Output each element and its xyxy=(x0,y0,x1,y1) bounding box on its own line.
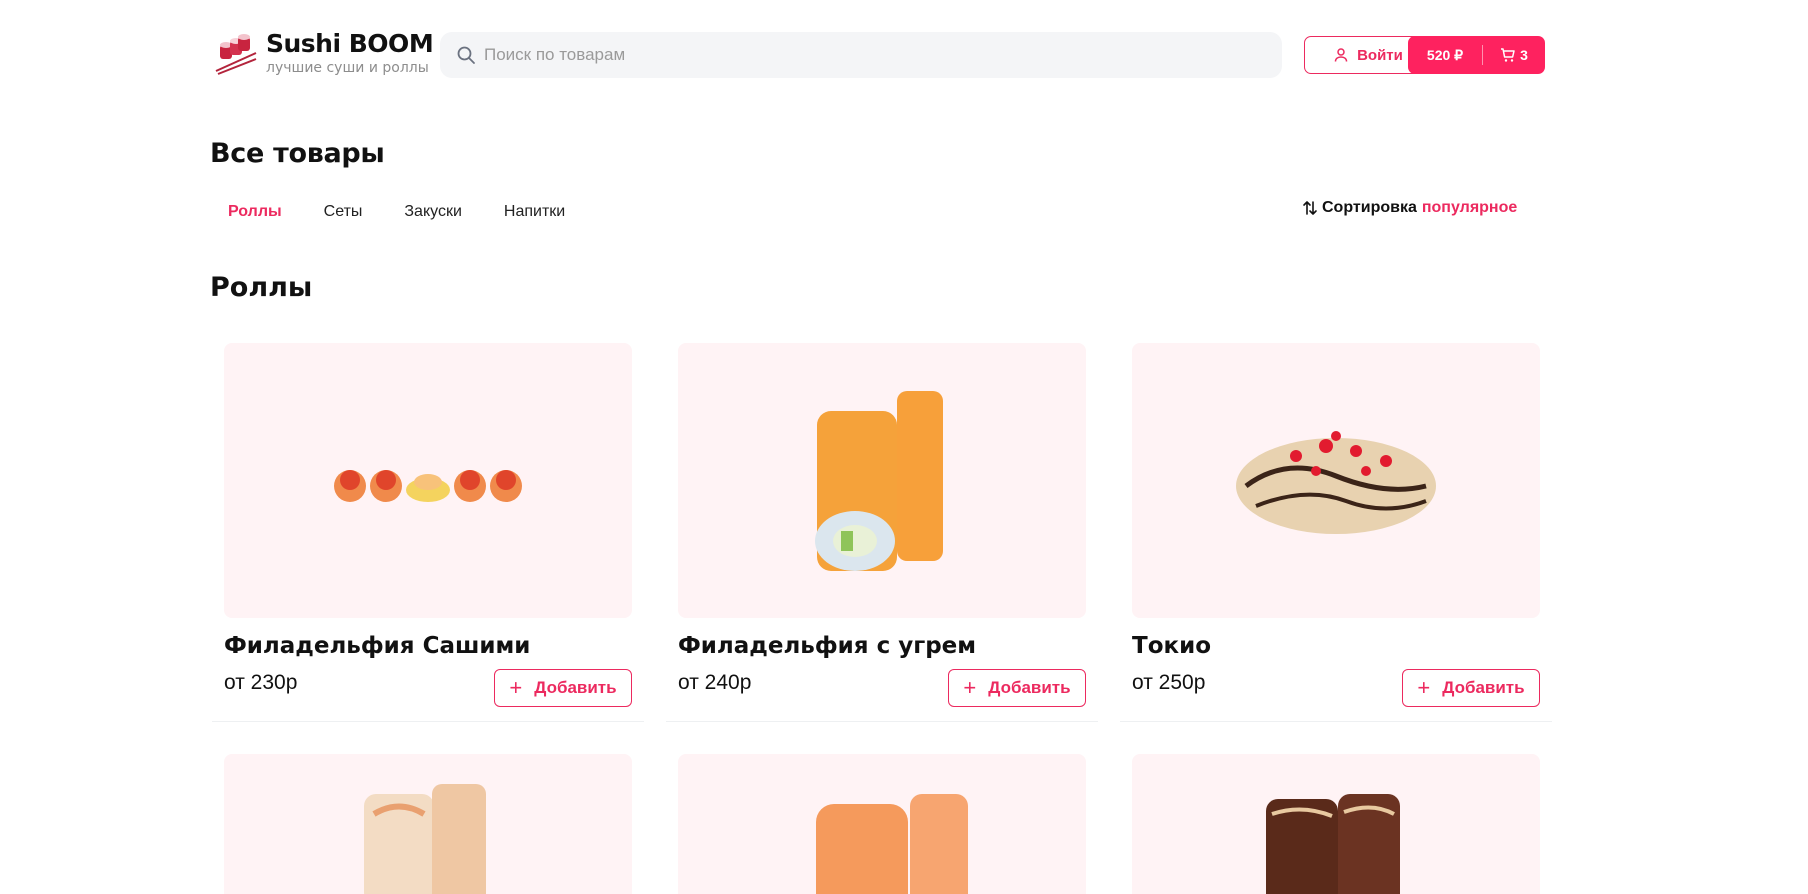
login-label: Войти xyxy=(1357,46,1403,64)
salmon-roll-plain-image xyxy=(816,794,968,894)
add-button[interactable]: + Добавить xyxy=(494,669,632,707)
product-name: Филадельфия с угрем xyxy=(678,633,977,659)
creamy-salmon-roll-image xyxy=(364,784,486,894)
product-price: от 240р xyxy=(678,671,752,694)
sort-arrows-icon xyxy=(1303,201,1317,215)
sort-value[interactable]: популярное xyxy=(1422,199,1517,217)
product-image[interactable] xyxy=(224,343,632,618)
sushi-logo-icon xyxy=(215,34,257,75)
plus-icon: + xyxy=(1417,675,1431,700)
product-image[interactable] xyxy=(1132,754,1540,894)
product-image[interactable] xyxy=(1132,343,1540,618)
baked-roll-sauce-image xyxy=(1236,430,1436,534)
product-image[interactable] xyxy=(224,754,632,894)
plus-icon: + xyxy=(509,675,523,700)
search-input[interactable] xyxy=(484,45,1244,65)
product-price: от 230р xyxy=(224,671,298,694)
cart-sum: 520 ₽ xyxy=(1426,46,1464,63)
product-image[interactable] xyxy=(678,343,1086,618)
sort-control[interactable]: Сортировка популярное xyxy=(1302,199,1517,217)
cart-icon xyxy=(1501,48,1515,62)
product-image[interactable] xyxy=(678,754,1086,894)
cart-button[interactable]: 520 ₽ 3 xyxy=(1408,36,1545,74)
brand-tagline: лучшие суши и роллы xyxy=(266,60,429,76)
tab-sets[interactable]: Сеты xyxy=(306,200,363,224)
product-name: Токио xyxy=(1132,633,1212,659)
site-header: Sushi BOOM лучшие суши и роллы Войти 520… xyxy=(0,0,1808,110)
section-title: Роллы xyxy=(210,272,313,303)
search-bar xyxy=(440,32,1282,78)
logo[interactable]: Sushi BOOM лучшие суши и роллы xyxy=(214,29,434,76)
eel-sesame-roll-image xyxy=(1266,794,1400,894)
card-divider xyxy=(666,721,1098,722)
user-icon xyxy=(1334,48,1348,62)
cart-count: 3 xyxy=(1520,47,1528,63)
tab-rolls[interactable]: Роллы xyxy=(210,200,282,224)
product-name: Филадельфия Сашими xyxy=(224,633,531,659)
add-button[interactable]: + Добавить xyxy=(948,669,1086,707)
page-title: Все товары xyxy=(210,138,385,169)
add-button[interactable]: + Добавить xyxy=(1402,669,1540,707)
card-divider xyxy=(1120,721,1552,722)
add-label: Добавить xyxy=(988,678,1071,697)
plus-icon: + xyxy=(963,675,977,700)
add-label: Добавить xyxy=(1442,678,1525,697)
card-divider xyxy=(212,721,644,722)
category-tabs: Роллы Сеты Закуски Напитки xyxy=(210,200,589,224)
tab-drinks[interactable]: Напитки xyxy=(486,200,565,224)
search-icon xyxy=(457,46,475,64)
brand-name: Sushi BOOM xyxy=(266,29,434,58)
sort-label: Сортировка xyxy=(1322,199,1417,216)
salmon-roll-image xyxy=(815,390,943,571)
cart-count-group: 3 xyxy=(1483,47,1545,63)
add-label: Добавить xyxy=(534,678,617,697)
product-price: от 250р xyxy=(1132,671,1206,694)
tab-snacks[interactable]: Закуски xyxy=(386,200,462,224)
sashimi-roll-set-image xyxy=(334,469,522,502)
